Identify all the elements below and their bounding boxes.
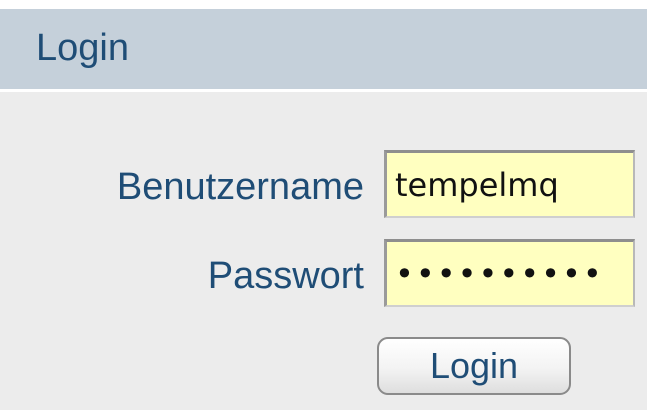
login-panel: Login Benutzername Passwort Login bbox=[0, 9, 647, 410]
login-button[interactable]: Login bbox=[377, 337, 571, 395]
login-header: Login bbox=[0, 9, 647, 92]
password-field[interactable] bbox=[384, 239, 635, 307]
password-label: Passwort bbox=[207, 255, 364, 297]
username-field[interactable] bbox=[384, 150, 635, 218]
username-label: Benutzername bbox=[116, 166, 364, 208]
login-title: Login bbox=[36, 27, 129, 69]
